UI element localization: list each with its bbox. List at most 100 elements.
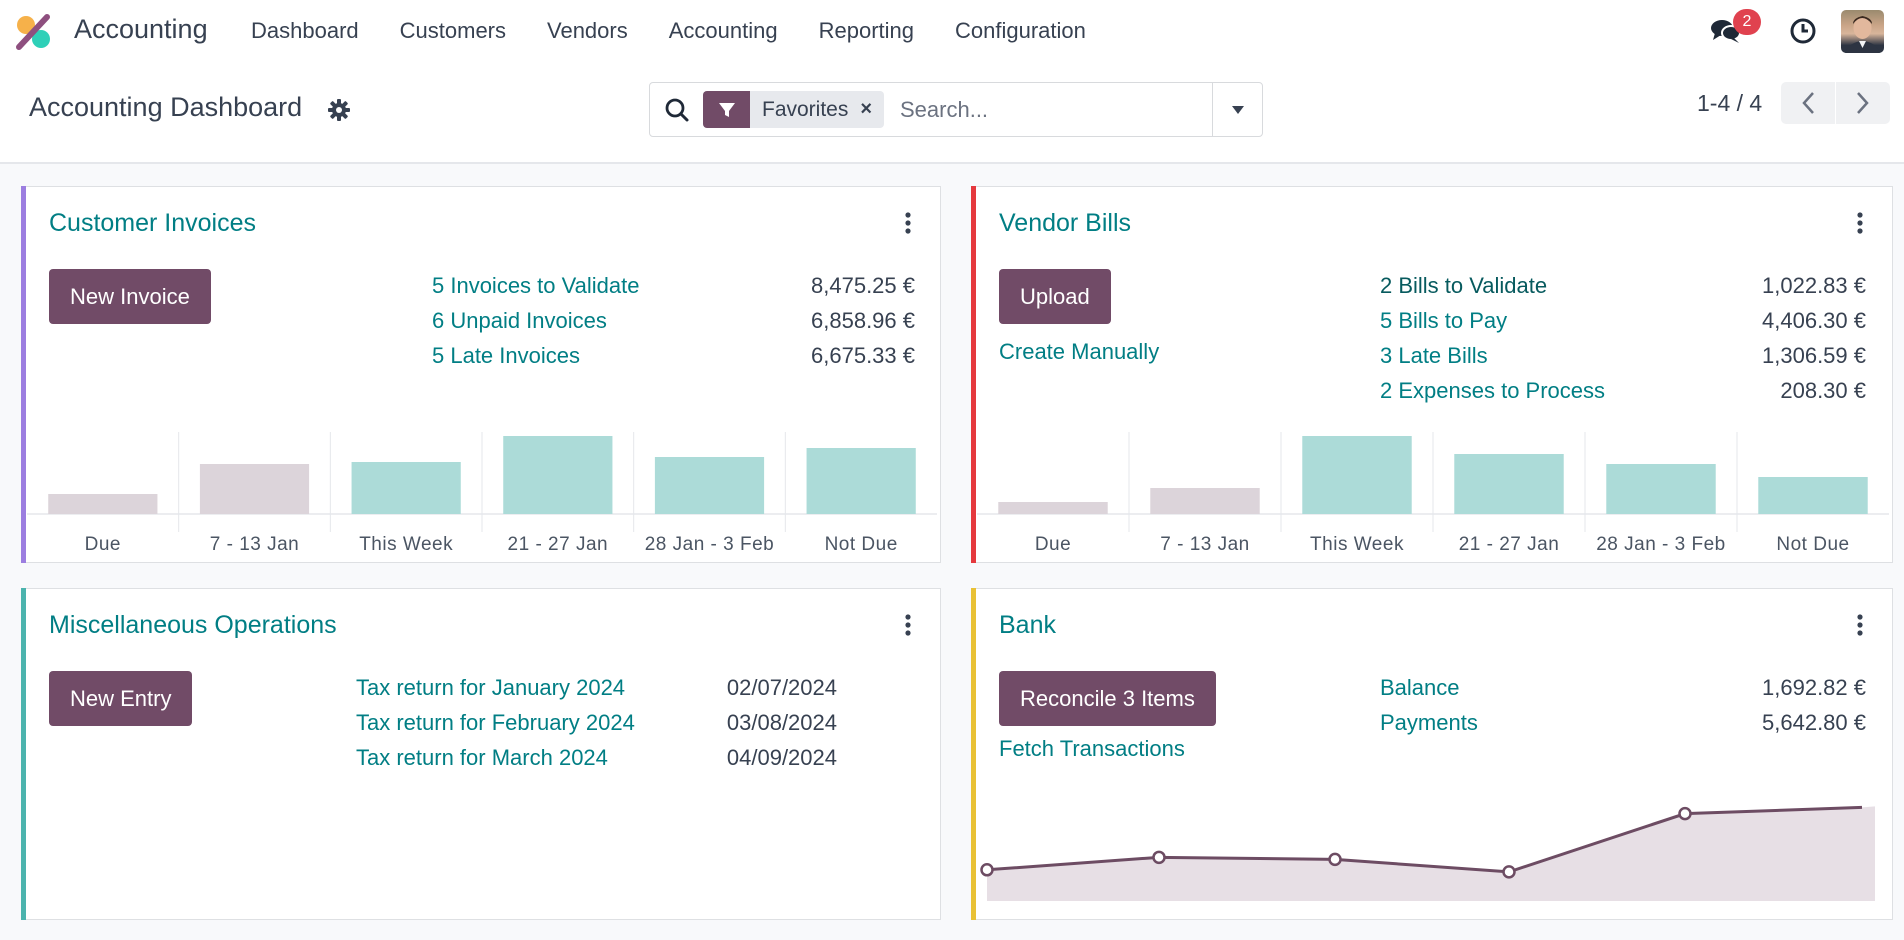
stat-label[interactable]: 5 Bills to Pay [1380, 308, 1507, 334]
control-panel: Accounting Dashboard Favorites × Search.… [0, 62, 1904, 164]
card-title[interactable]: Customer Invoices [49, 209, 256, 238]
gear-icon[interactable] [327, 98, 351, 122]
x-tick-label: Due [85, 534, 121, 555]
bank-balance-line-chart[interactable] [977, 789, 1877, 909]
stat-row[interactable]: Payments 5,642.80 € [1380, 710, 1866, 736]
kebab-menu-icon[interactable] [1856, 613, 1864, 637]
stat-row[interactable]: 2 Bills to Validate 1,022.83 € [1380, 273, 1866, 299]
x-tick-label: 28 Jan - 3 Feb [1596, 534, 1726, 555]
menu-configuration[interactable]: Configuration [955, 18, 1086, 44]
chevron-right-icon [1856, 92, 1869, 114]
bar-this-week[interactable] [351, 462, 461, 514]
create-manually-link[interactable]: Create Manually [999, 339, 1159, 365]
stat-row[interactable]: 2 Expenses to Process 208.30 € [1380, 378, 1866, 404]
pager-value[interactable]: 1-4 / 4 [1697, 90, 1762, 117]
fetch-transactions-link[interactable]: Fetch Transactions [999, 736, 1185, 762]
stat-label[interactable]: 3 Late Bills [1380, 343, 1488, 369]
x-tick-label: 21 - 27 Jan [1459, 534, 1560, 555]
pager-previous-button[interactable] [1781, 82, 1835, 124]
page-title: Accounting Dashboard [29, 92, 303, 122]
card-title[interactable]: Vendor Bills [999, 209, 1131, 238]
bar-28-jan-3-feb[interactable] [654, 457, 765, 514]
filter-icon [703, 91, 750, 128]
x-tick-label: Not Due [1776, 534, 1849, 555]
stat-label[interactable]: Tax return for March 2024 [356, 745, 608, 771]
pager-buttons [1781, 82, 1890, 124]
x-tick-label: Due [1035, 534, 1071, 555]
stat-row[interactable]: 6 Unpaid Invoices 6,858.96 € [432, 308, 915, 334]
bar-7-13-jan[interactable] [1150, 488, 1260, 514]
card-bank: Bank Reconcile 3 Items Fetch Transaction… [971, 588, 1893, 920]
data-point[interactable] [980, 863, 994, 877]
data-point[interactable] [1502, 865, 1516, 879]
stat-value: 208.30 € [1780, 378, 1866, 403]
new-entry-button[interactable]: New Entry [49, 671, 193, 726]
stat-label[interactable]: 5 Late Invoices [432, 343, 580, 369]
x-tick-label: Not Due [825, 534, 898, 555]
bar-this-week[interactable] [1302, 436, 1412, 514]
stat-row[interactable]: Balance 1,692.82 € [1380, 675, 1866, 701]
stat-value: 1,306.59 € [1762, 343, 1866, 368]
facet-label: Favorites [762, 98, 849, 121]
stat-label[interactable]: 5 Invoices to Validate [432, 273, 640, 299]
menu-customers[interactable]: Customers [400, 18, 506, 44]
upload-button[interactable]: Upload [999, 269, 1111, 324]
search-icon[interactable] [664, 97, 690, 123]
data-point[interactable] [1152, 850, 1166, 865]
search-input[interactable] [900, 93, 1200, 127]
stat-row[interactable]: 3 Late Bills 1,306.59 € [1380, 343, 1866, 369]
bar-7-13-jan[interactable] [199, 464, 310, 514]
stat-row[interactable]: Tax return for March 2024 04/09/2024 [356, 745, 837, 771]
bar-21-27-jan[interactable] [503, 436, 613, 514]
stat-label[interactable]: Payments [1380, 710, 1478, 736]
pager-next-button[interactable] [1835, 82, 1889, 124]
stat-row[interactable]: Tax return for January 2024 02/07/2024 [356, 675, 837, 701]
clock-icon[interactable] [1789, 17, 1817, 45]
search-bar: Favorites × [649, 82, 1263, 137]
reconcile-button[interactable]: Reconcile 3 Items [999, 671, 1216, 726]
vendor-bills-bar-chart[interactable]: Due 7 - 13 Jan This Week 21 - 27 Jan 28 Jan … [977, 432, 1889, 560]
data-point[interactable] [1328, 852, 1342, 867]
avatar[interactable] [1841, 10, 1884, 53]
bar-28-jan-3-feb[interactable] [1606, 464, 1716, 514]
kebab-menu-icon[interactable] [904, 613, 912, 637]
stat-label[interactable]: 2 Expenses to Process [1380, 378, 1605, 404]
bar-due[interactable] [48, 494, 158, 514]
app-logo-icon[interactable] [14, 14, 54, 50]
data-point[interactable] [1678, 806, 1692, 821]
area-fill [987, 806, 1875, 901]
stat-label[interactable]: Balance [1380, 675, 1460, 701]
stat-value: 6,858.96 € [811, 308, 915, 333]
kebab-menu-icon[interactable] [904, 211, 912, 235]
stat-label[interactable]: 6 Unpaid Invoices [432, 308, 607, 334]
bar-not-due[interactable] [806, 448, 916, 514]
new-invoice-button[interactable]: New Invoice [49, 269, 211, 324]
stat-value: 4,406.30 € [1762, 308, 1866, 333]
stat-value: 03/08/2024 [726, 710, 837, 735]
menu-reporting[interactable]: Reporting [819, 18, 914, 44]
bar-not-due[interactable] [1758, 477, 1868, 514]
card-title[interactable]: Miscellaneous Operations [49, 611, 337, 640]
stat-row[interactable]: Tax return for February 2024 03/08/2024 [356, 710, 837, 736]
menu-dashboard[interactable]: Dashboard [251, 18, 359, 44]
search-options-toggle[interactable] [1212, 83, 1262, 136]
stat-value: 02/07/2024 [726, 675, 837, 700]
stat-row[interactable]: 5 Late Invoices 6,675.33 € [432, 343, 915, 369]
bar-due[interactable] [998, 502, 1108, 514]
x-tick-label: 7 - 13 Jan [210, 534, 300, 555]
card-title[interactable]: Bank [999, 611, 1056, 640]
stat-label[interactable]: 2 Bills to Validate [1380, 273, 1547, 299]
app-name[interactable]: Accounting [74, 14, 208, 45]
menu-vendors[interactable]: Vendors [547, 18, 628, 44]
stat-row[interactable]: 5 Invoices to Validate 8,475.25 € [432, 273, 915, 299]
customer-invoices-bar-chart[interactable]: Due 7 - 13 Jan This Week 21 - 27 Jan 28 Jan … [27, 432, 937, 560]
stat-label[interactable]: Tax return for February 2024 [356, 710, 635, 736]
kebab-menu-icon[interactable] [1856, 211, 1864, 235]
caret-down-icon [1231, 105, 1244, 114]
stat-label[interactable]: Tax return for January 2024 [356, 675, 625, 701]
stat-row[interactable]: 5 Bills to Pay 4,406.30 € [1380, 308, 1866, 334]
menu-accounting[interactable]: Accounting [669, 18, 778, 44]
facet-remove-icon[interactable]: × [860, 91, 884, 128]
x-tick-label: This Week [359, 534, 453, 555]
bar-21-27-jan[interactable] [1454, 454, 1564, 514]
